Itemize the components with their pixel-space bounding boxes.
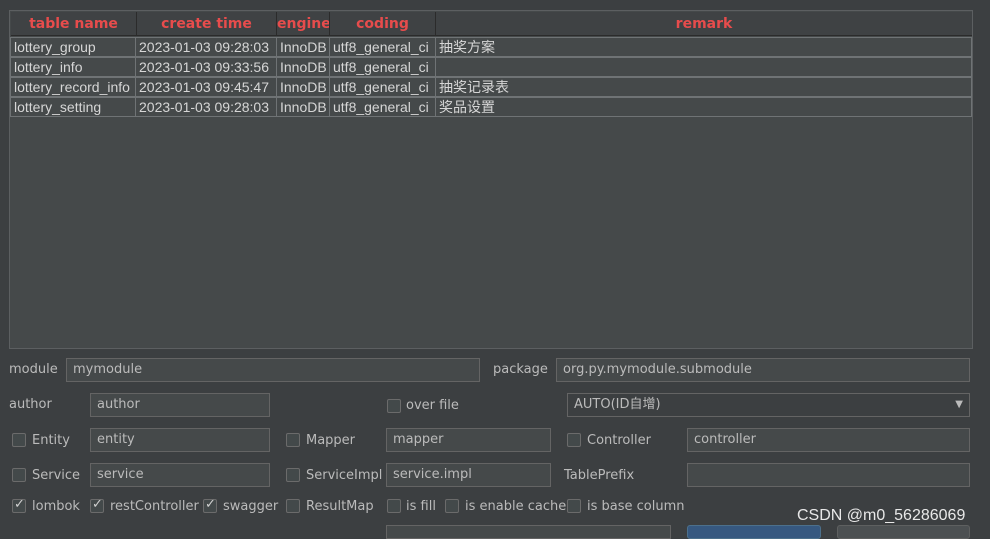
cell-create-time: 2023-01-03 09:28:03 xyxy=(136,37,277,57)
column-header-engine[interactable]: engine xyxy=(277,12,330,36)
author-label: author xyxy=(9,397,52,412)
table-list-panel[interactable]: table name create time engine coding rem… xyxy=(9,10,973,349)
watermark-text: CSDN @m0_56286069 xyxy=(797,507,966,524)
lombok-checkbox[interactable] xyxy=(12,497,26,513)
is-fill-checkbox[interactable] xyxy=(387,499,401,513)
author-input[interactable]: author xyxy=(90,393,270,417)
serviceimpl-label: ServiceImpl xyxy=(306,468,383,483)
cell-coding: utf8_general_ci xyxy=(330,37,436,57)
resultmap-label: ResultMap xyxy=(306,499,374,514)
over-file-label: over file xyxy=(406,398,459,413)
cell-table-name: lottery_info xyxy=(10,57,136,77)
secondary-action-button[interactable] xyxy=(837,525,970,539)
controller-input[interactable]: controller xyxy=(687,428,970,452)
bottom-input[interactable] xyxy=(386,525,671,539)
id-type-select[interactable]: AUTO(ID自增) ▼ xyxy=(567,393,970,417)
tableprefix-label: TablePrefix xyxy=(564,468,635,483)
swagger-label: swagger xyxy=(223,499,279,514)
service-input[interactable]: service xyxy=(90,463,270,487)
table-row[interactable]: lottery_info 2023-01-03 09:33:56 InnoDB … xyxy=(10,57,972,77)
enable-cache-checkbox[interactable] xyxy=(445,499,459,513)
cell-table-name: lottery_record_info xyxy=(10,77,136,97)
enable-cache-label: is enable cache xyxy=(465,499,567,514)
module-label: module xyxy=(9,362,58,377)
cell-engine: InnoDB xyxy=(277,57,330,77)
controller-checkbox[interactable] xyxy=(567,433,581,447)
cell-remark: 奖品设置 xyxy=(436,97,972,117)
cell-coding: utf8_general_ci xyxy=(330,97,436,117)
serviceimpl-checkbox[interactable] xyxy=(286,468,300,482)
resultmap-checkbox[interactable] xyxy=(286,499,300,513)
id-type-value: AUTO(ID自增) xyxy=(574,397,661,412)
column-header-create-time[interactable]: create time xyxy=(137,12,277,36)
entity-label: Entity xyxy=(32,433,70,448)
swagger-checkbox[interactable] xyxy=(203,497,217,513)
mapper-checkbox[interactable] xyxy=(286,433,300,447)
cell-create-time: 2023-01-03 09:33:56 xyxy=(136,57,277,77)
restcontroller-checkbox[interactable] xyxy=(90,497,104,513)
entity-input[interactable]: entity xyxy=(90,428,270,452)
package-input[interactable]: org.py.mymodule.submodule xyxy=(556,358,970,382)
cell-table-name: lottery_setting xyxy=(10,97,136,117)
service-label: Service xyxy=(32,468,81,483)
cell-coding: utf8_general_ci xyxy=(330,57,436,77)
lombok-label: lombok xyxy=(32,499,80,514)
base-column-checkbox[interactable] xyxy=(567,499,581,513)
table-row[interactable]: lottery_record_info 2023-01-03 09:45:47 … xyxy=(10,77,972,97)
module-input[interactable]: mymodule xyxy=(66,358,480,382)
column-header-coding[interactable]: coding xyxy=(330,12,436,36)
cell-create-time: 2023-01-03 09:45:47 xyxy=(136,77,277,97)
cell-coding: utf8_general_ci xyxy=(330,77,436,97)
mapper-label: Mapper xyxy=(306,433,356,448)
tableprefix-input[interactable] xyxy=(687,463,970,487)
cell-engine: InnoDB xyxy=(277,97,330,117)
column-header-remark[interactable]: remark xyxy=(436,12,972,36)
over-file-checkbox[interactable] xyxy=(387,399,401,413)
table-row[interactable]: lottery_group 2023-01-03 09:28:03 InnoDB… xyxy=(10,37,972,57)
cell-table-name: lottery_group xyxy=(10,37,136,57)
column-header-table-name[interactable]: table name xyxy=(11,12,137,36)
cell-remark: 抽奖方案 xyxy=(436,37,972,57)
cell-engine: InnoDB xyxy=(277,77,330,97)
service-checkbox[interactable] xyxy=(12,468,26,482)
package-label: package xyxy=(493,362,548,377)
cell-create-time: 2023-01-03 09:28:03 xyxy=(136,97,277,117)
cell-engine: InnoDB xyxy=(277,37,330,57)
serviceimpl-input[interactable]: service.impl xyxy=(386,463,551,487)
chevron-down-icon: ▼ xyxy=(955,399,963,410)
cell-remark xyxy=(436,57,972,77)
controller-label: Controller xyxy=(587,433,651,448)
entity-checkbox[interactable] xyxy=(12,433,26,447)
cell-remark: 抽奖记录表 xyxy=(436,77,972,97)
restcontroller-label: restController xyxy=(110,499,199,514)
table-row[interactable]: lottery_setting 2023-01-03 09:28:03 Inno… xyxy=(10,97,972,117)
base-column-label: is base column xyxy=(587,499,685,514)
mapper-input[interactable]: mapper xyxy=(386,428,551,452)
is-fill-label: is fill xyxy=(406,499,436,514)
primary-action-button[interactable] xyxy=(687,525,821,539)
